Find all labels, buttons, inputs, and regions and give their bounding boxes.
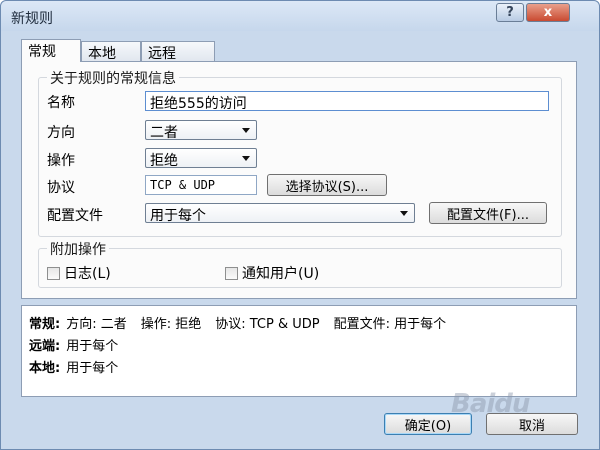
- name-label: 名称: [47, 95, 75, 111]
- dialog-title: 新规则: [11, 11, 53, 27]
- checkbox-icon: [47, 267, 60, 280]
- summary-remote-key: 远端:: [29, 339, 61, 354]
- tab-general[interactable]: 常规: [21, 39, 81, 62]
- extra-actions-legend: 附加操作: [47, 239, 109, 259]
- checkbox-icon: [225, 267, 238, 280]
- rule-summary: 常规: 方向: 二者 操作: 拒绝 协议: TCP & UDP 配置文件: 用于每个 远…: [21, 305, 577, 397]
- notify-user-label: 通知用户(U): [242, 266, 320, 282]
- chevron-down-icon: [400, 211, 408, 216]
- general-tab-panel: 关于规则的常规信息 名称 拒绝555的访问 方向 二者 操作 拒绝 协议 TCP…: [21, 61, 577, 299]
- extra-actions-group: 附加操作 日志(L) 通知用户(U): [38, 239, 562, 288]
- summary-profile: 配置文件: 用于每个: [333, 317, 447, 332]
- general-info-legend: 关于规则的常规信息: [47, 68, 179, 88]
- general-info-group: 关于规则的常规信息 名称 拒绝555的访问 方向 二者 操作 拒绝 协议 TCP…: [38, 68, 562, 237]
- action-label: 操作: [47, 153, 75, 169]
- summary-direction: 方向: 二者: [66, 317, 127, 332]
- profile-button[interactable]: 配置文件(F)...: [429, 202, 547, 224]
- summary-local-value: 用于每个: [66, 361, 119, 376]
- chevron-down-icon: [242, 128, 250, 133]
- chevron-down-icon: [242, 156, 250, 161]
- tab-remote[interactable]: 远程: [141, 41, 215, 62]
- name-field[interactable]: 拒绝555的访问: [145, 91, 549, 112]
- summary-local-row: 本地: 用于每个: [29, 357, 118, 376]
- profile-value: 用于每个: [150, 208, 206, 224]
- close-icon: x: [543, 5, 553, 20]
- log-checkbox[interactable]: 日志(L): [47, 263, 111, 283]
- direction-label: 方向: [47, 125, 75, 141]
- log-label: 日志(L): [64, 266, 111, 282]
- title-bar[interactable]: 新规则 ? x: [1, 1, 599, 31]
- summary-general-row: 常规: 方向: 二者 操作: 拒绝 协议: TCP & UDP 配置文件: 用于每个: [29, 313, 446, 332]
- summary-general-key: 常规:: [29, 317, 61, 332]
- direction-select[interactable]: 二者: [145, 120, 257, 141]
- notify-user-checkbox[interactable]: 通知用户(U): [225, 263, 319, 283]
- summary-remote-value: 用于每个: [66, 339, 119, 354]
- direction-value: 二者: [150, 125, 178, 141]
- summary-remote-row: 远端: 用于每个: [29, 335, 118, 354]
- action-value: 拒绝: [150, 153, 178, 169]
- summary-local-key: 本地:: [29, 361, 61, 376]
- protocol-field[interactable]: TCP & UDP: [145, 175, 257, 195]
- summary-protocol: 协议: TCP & UDP: [215, 317, 320, 332]
- tab-local[interactable]: 本地: [81, 41, 141, 62]
- help-icon: ?: [506, 5, 514, 20]
- select-protocol-button[interactable]: 选择协议(S)...: [267, 174, 387, 196]
- new-rule-dialog: 新规则 ? x 常规 本地 远程 关于规则的常规信息 名称 拒绝555的访问 方…: [0, 0, 600, 450]
- action-select[interactable]: 拒绝: [145, 148, 257, 169]
- profile-select[interactable]: 用于每个: [145, 203, 415, 224]
- cancel-button[interactable]: 取消: [486, 413, 578, 435]
- protocol-label: 协议: [47, 180, 75, 196]
- ok-button[interactable]: 确定(O): [384, 413, 472, 435]
- profile-label: 配置文件: [47, 208, 103, 224]
- summary-action: 操作: 拒绝: [140, 317, 202, 332]
- help-button[interactable]: ?: [496, 3, 524, 22]
- close-button[interactable]: x: [526, 3, 570, 22]
